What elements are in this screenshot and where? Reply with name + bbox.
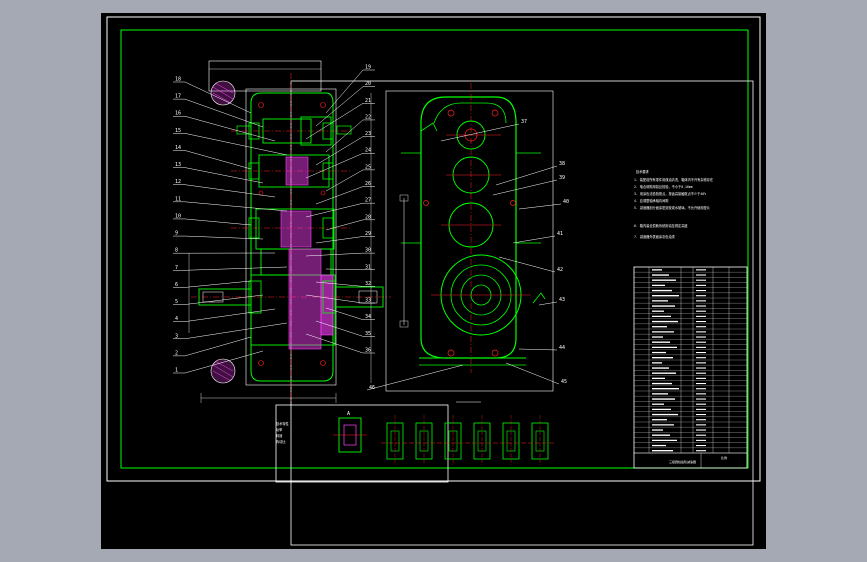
drawing-sheet: 18 17 16 15 14 13 12 11 10 9 8 7 6 5 4 3 2 1 19 20 21 22 23 24 2… [101,13,766,549]
technical-requirements: 技术要求 1. 装配前所有零件用煤油清洗，箱体内不许有杂物存在 2. 啮合侧隙用… [634,169,713,239]
front-view-leader-lines [366,123,562,391]
part-balloon: 16 [175,111,181,117]
part-balloon: 30 [365,248,371,254]
part-balloon: 5 [175,299,178,305]
part-balloon: 3 [175,333,178,339]
part-balloon: 37 [521,119,527,125]
view-a-label: A [347,411,350,417]
part-balloon: 2 [175,350,178,356]
part-balloon: 29 [365,231,371,237]
part-balloon: 22 [365,114,371,120]
part-balloon: 27 [365,198,371,204]
part-balloon: 28 [365,214,371,220]
part-balloon: 36 [365,348,371,354]
shaft-details [386,415,549,465]
left-view-leader-lines [173,69,375,374]
left-sectional-view [188,60,391,403]
part-balloon: 25 [365,164,371,170]
part-balloon: 13 [175,162,181,168]
spec-block: 技术特性 功率 转速 传动比 [276,421,290,444]
part-balloon: 26 [365,181,371,187]
part-balloon: 34 [365,314,371,320]
tech-req-line: 5. 减速器剖分面涂密封胶或水玻璃，不允许使用垫片 [634,205,710,210]
gear-reducer-assembly-drawing: 1817161514131211109876543211920212223242… [106,16,761,546]
part-balloon: 19 [365,65,371,71]
spec-line: 技术特性 [276,421,290,426]
view-a-label-group: A [347,411,350,417]
part-balloon: 10 [175,213,181,219]
part-balloon: 14 [175,145,181,151]
part-balloon: 15 [175,128,181,134]
part-balloon: 39 [559,175,565,181]
part-balloon: 20 [365,81,371,87]
part-balloon: 43 [559,297,565,303]
part-balloon: 8 [175,248,178,254]
part-balloon: 46 [369,385,375,391]
part-balloon: 41 [557,231,563,237]
part-balloon: 6 [175,282,178,288]
tech-req-title: 技术要求 [636,169,650,174]
part-balloon: 18 [175,77,181,83]
tech-req-line: 3. 用涂色法检验斑点，按齿高接触斑点不少于40% [634,191,706,196]
tech-req-line: 4. 应调整轴承轴向间隙 [634,198,669,203]
tech-req-line: 2. 啮合侧隙用铅丝检验，不小于0.16mm [634,184,693,189]
part-balloon: 17 [175,94,181,100]
spec-line: 功率 [276,427,283,432]
part-balloon: 38 [559,161,565,167]
parts-table: 三级圆柱齿轮减速器 比例 [633,266,748,469]
overlay-frame-1 [290,80,754,546]
part-balloon: 4 [175,316,178,322]
part-balloon: 44 [559,345,565,351]
part-balloon: 42 [557,267,563,273]
front-view-balloons: 37 38 39 40 41 42 43 44 45 46 [369,119,569,391]
tech-req-line: 6. 箱内装全损耗系统用油至规定高度 [634,223,688,228]
part-balloon: 40 [563,199,569,205]
title-block-scale: 比例 [721,455,727,460]
part-balloon: 21 [365,98,371,104]
part-balloon: 23 [365,131,371,137]
part-balloon: 45 [561,379,567,385]
part-balloon: 11 [175,196,181,202]
part-balloon: 7 [175,265,178,271]
part-balloon: 33 [365,298,371,304]
spec-line: 转速 [276,433,283,438]
part-balloon: 1 [175,368,178,374]
part-balloon: 24 [365,148,371,154]
front-view [385,83,554,392]
overlay-frame-2 [275,404,449,483]
parts-table-border [633,266,748,469]
detail-view-a [333,417,367,453]
tech-req-line: 1. 装配前所有零件用煤油清洗，箱体内不许有杂物存在 [634,177,713,182]
part-balloon: 35 [365,331,371,337]
part-balloon: 12 [175,179,181,185]
left-view-balloons: 1817161514131211109876543211920212223242… [175,65,371,374]
outer-frame [106,16,761,482]
spec-line: 传动比 [276,439,286,444]
part-balloon: 9 [175,231,178,237]
tech-req-line: 7. 减速器外表面涂灰色油漆 [634,234,676,239]
part-balloon: 31 [365,264,371,270]
parts-table-grid [634,267,747,468]
title-block-name: 三级圆柱齿轮减速器 [669,459,696,464]
part-balloon: 32 [365,281,371,287]
